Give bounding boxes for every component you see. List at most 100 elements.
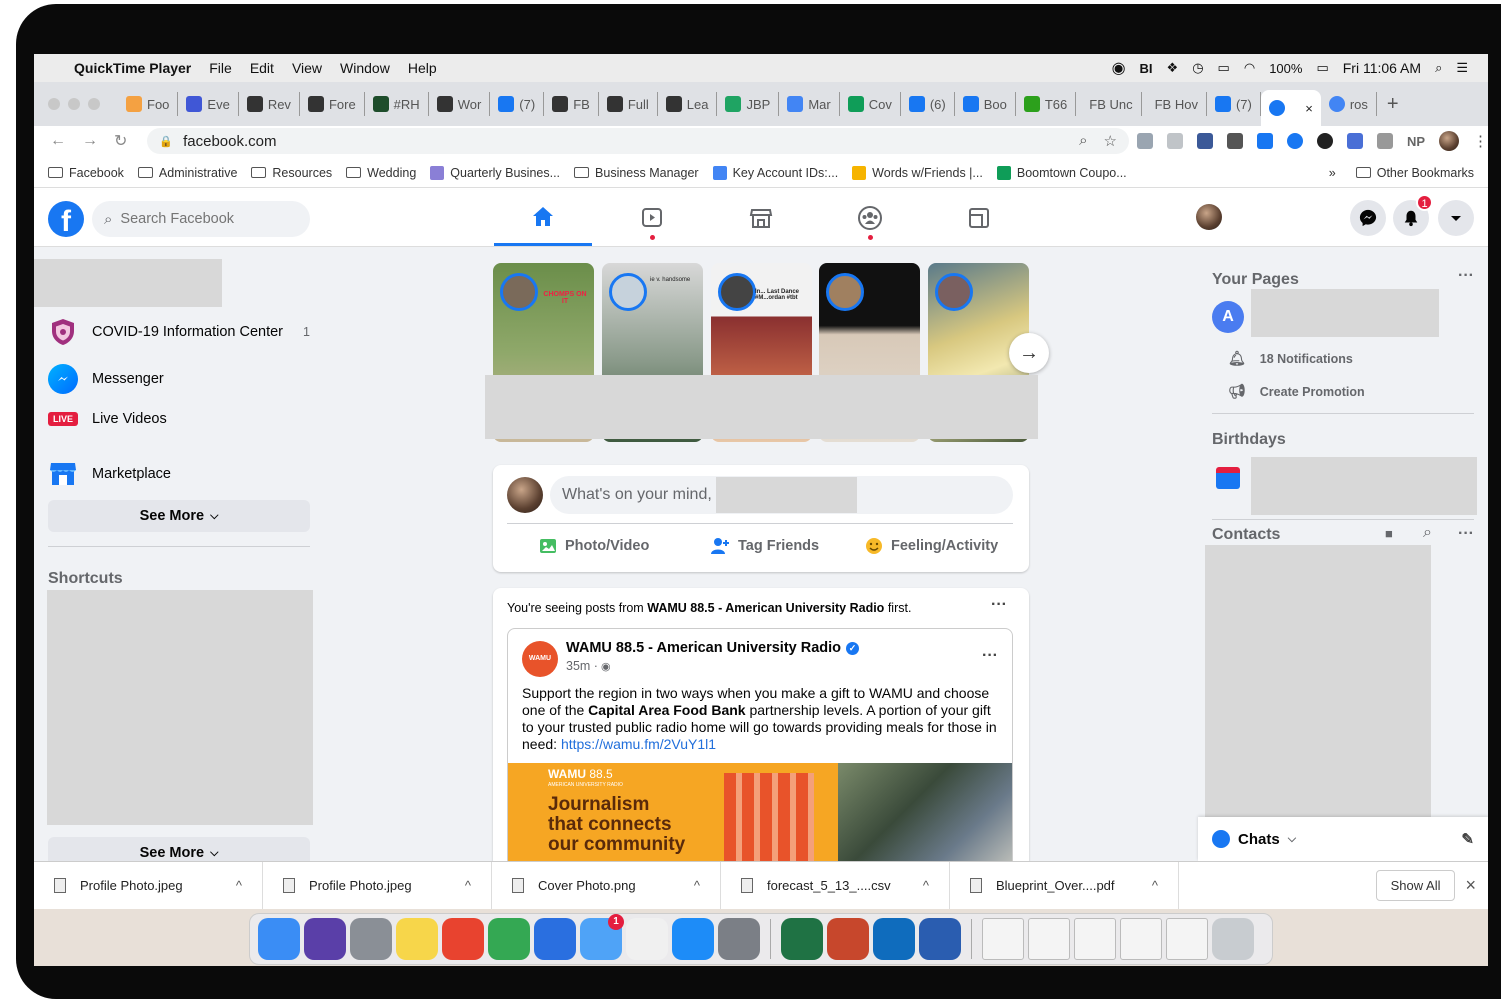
new-tab-button[interactable]: + [1387, 93, 1399, 116]
dock-launchpad-icon[interactable] [350, 918, 392, 960]
bookmark-item[interactable]: Facebook [48, 166, 124, 180]
nav-watch[interactable] [603, 190, 701, 246]
dock-outlook-icon[interactable] [873, 918, 915, 960]
dock-quicktime-icon[interactable] [919, 918, 961, 960]
clock[interactable]: Fri 11:06 AM [1343, 60, 1421, 76]
see-more-shortcuts-button[interactable]: See More ⌵ [48, 837, 310, 861]
dock-messages-icon[interactable]: 1 [580, 914, 624, 960]
page-avatar[interactable]: A [1212, 301, 1244, 333]
menu-view[interactable]: View [292, 60, 322, 76]
menu-file[interactable]: File [209, 60, 232, 76]
tab[interactable]: JBP [717, 92, 780, 116]
new-message-icon[interactable]: ✎ [1461, 830, 1474, 848]
other-bookmarks[interactable]: Other Bookmarks [1355, 166, 1474, 180]
timemachine-icon[interactable]: ◷ [1192, 60, 1203, 76]
more-bookmarks-button[interactable]: » [1329, 166, 1336, 180]
dock-trash-icon[interactable] [1212, 918, 1254, 960]
notifications-button[interactable]: 1 [1393, 194, 1433, 236]
airplay-icon[interactable]: ▭ [1218, 60, 1230, 76]
profile-avatar[interactable] [1196, 204, 1222, 230]
bookmark-star-icon[interactable]: ☆ [1103, 132, 1116, 150]
wifi-icon[interactable]: ◠ [1244, 60, 1255, 76]
tab[interactable]: (7) [1207, 92, 1261, 116]
sidebar-item-covid[interactable]: COVID-19 Information Center 1 [48, 317, 318, 347]
extension-messenger-icon[interactable] [1286, 133, 1303, 149]
spotlight-icon[interactable]: ⌕ [1435, 60, 1442, 76]
bookmark-item[interactable]: Business Manager [574, 166, 699, 180]
search-input[interactable] [120, 211, 291, 227]
dock-news-icon[interactable] [626, 918, 668, 960]
post-link[interactable]: https://wamu.fm/2VuY1l1 [561, 736, 716, 752]
dock-doc3-icon[interactable] [1074, 918, 1116, 960]
tag-friends-button[interactable]: Tag Friends [710, 537, 819, 555]
messenger-button[interactable] [1350, 200, 1386, 236]
extension-f-icon[interactable] [1226, 133, 1243, 149]
tab[interactable]: Fore [300, 92, 365, 116]
page-avatar[interactable]: WAMU 88.5 [522, 641, 558, 698]
dock-excel-icon[interactable] [781, 918, 823, 960]
chevron-up-icon[interactable]: ^ [465, 878, 471, 893]
nav-marketplace[interactable] [712, 190, 810, 246]
close-window-button[interactable] [48, 98, 60, 110]
minimize-window-button[interactable] [68, 98, 80, 110]
notification-center-icon[interactable]: ☰ [1456, 60, 1468, 76]
video-call-icon[interactable]: ■ [1385, 526, 1393, 541]
bookmark-item[interactable]: Key Account IDs:... [712, 165, 838, 180]
extension-bi-icon[interactable] [1166, 133, 1183, 149]
post-options-icon[interactable]: ··· [991, 596, 1007, 614]
post-image[interactable]: WAMU 88.5 AMERICAN UNIVERSITY RADIO Jour… [508, 763, 1012, 861]
bookmark-item[interactable]: Resources [251, 166, 332, 180]
dock-finder-icon[interactable] [258, 918, 300, 960]
tab-close-icon[interactable]: × [1305, 101, 1313, 116]
menu-help[interactable]: Help [408, 60, 437, 76]
page-notifications[interactable]: 🔔︎ 18 Notifications [1228, 350, 1353, 367]
sidebar-item-messenger[interactable]: Messenger [48, 364, 318, 394]
download-item[interactable]: Profile Photo.jpeg ^ [263, 861, 492, 910]
battery-icon[interactable]: ▭ [1316, 60, 1328, 76]
notice-source[interactable]: WAMU 88.5 - American University Radio [647, 601, 884, 615]
show-all-button[interactable]: Show All [1375, 870, 1456, 901]
tab[interactable]: Mar [779, 92, 840, 116]
post-time[interactable]: 35m · [566, 659, 598, 673]
nav-home[interactable] [494, 190, 592, 246]
extension-robot-icon[interactable] [1376, 133, 1393, 149]
facebook-logo-icon[interactable]: f [48, 201, 84, 238]
bookmark-item[interactable]: Words w/Friends |... [852, 165, 983, 180]
tab[interactable]: FB Unc [1076, 92, 1142, 116]
extension-facebook-icon[interactable] [1256, 133, 1273, 149]
chevron-up-icon[interactable]: ^ [694, 878, 700, 893]
lock-icon[interactable]: 🔒 [159, 135, 173, 148]
tab[interactable]: Boo [955, 92, 1016, 116]
tab[interactable]: Wor [429, 92, 491, 116]
dock-doc1-icon[interactable] [982, 918, 1024, 960]
photo-video-button[interactable]: Photo/Video [539, 537, 649, 555]
tab[interactable]: (6) [901, 92, 955, 116]
chevron-up-icon[interactable]: ^ [923, 878, 929, 893]
tab-active-facebook[interactable]: × [1260, 90, 1321, 126]
close-downloads-icon[interactable]: × [1465, 875, 1476, 896]
extension-code-icon[interactable] [1136, 133, 1153, 149]
dock-doc4-icon[interactable] [1120, 918, 1162, 960]
tab[interactable]: Foo [118, 92, 179, 116]
bookmark-item[interactable]: Wedding [346, 166, 416, 180]
bookmark-item[interactable]: Administrative [137, 166, 237, 180]
extension-fb-icon[interactable] [1196, 133, 1213, 149]
composer-input[interactable]: What's on your mind, [550, 476, 1013, 514]
sidebar-item-live-videos[interactable]: LIVE Live Videos [48, 411, 318, 427]
dock-help-icon[interactable] [442, 918, 484, 960]
bookmark-item[interactable]: Boomtown Coupo... [996, 165, 1127, 180]
zoom-window-button[interactable] [88, 98, 100, 110]
contacts-search-icon[interactable]: ⌕ [1423, 524, 1432, 542]
tab[interactable]: Rev [239, 92, 300, 116]
nav-gaming[interactable] [930, 190, 1028, 246]
menu-app-name[interactable]: QuickTime Player [74, 60, 191, 76]
dock-siri-icon[interactable] [304, 918, 346, 960]
feeling-activity-button[interactable]: Feeling/Activity [865, 537, 998, 555]
tab-google[interactable]: ros [1321, 92, 1377, 116]
dropbox-icon[interactable]: ❖ [1167, 60, 1179, 76]
bi-menu-icon[interactable]: BI [1140, 61, 1153, 76]
address-bar[interactable]: 🔒 facebook.com ⌕ ☆ [147, 128, 1129, 154]
url-text[interactable]: facebook.com [183, 133, 276, 150]
record-icon[interactable]: ◉ [1112, 58, 1126, 78]
tab[interactable]: (7) [490, 92, 545, 116]
